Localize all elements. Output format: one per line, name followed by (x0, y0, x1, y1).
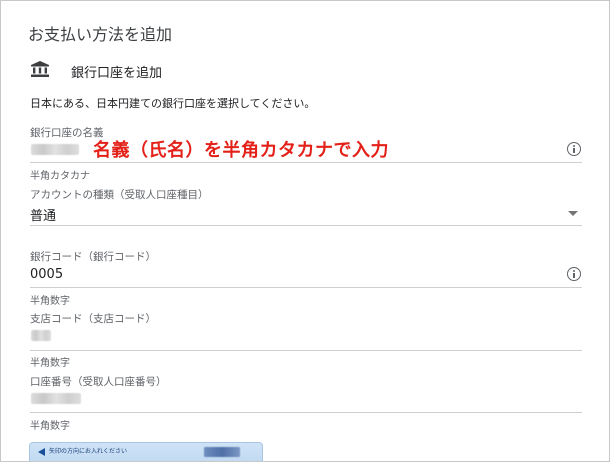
info-icon[interactable] (567, 267, 581, 281)
annotation-text: 名義（氏名）を半角カタカナで入力 (93, 140, 389, 161)
account-type-select[interactable]: 普通 (30, 205, 56, 224)
account-number-label: 口座番号（受取人口座番号） (30, 376, 167, 388)
dialog-title: お支払い方法を追加 (28, 25, 173, 44)
account-number-underline (30, 412, 582, 413)
bank-code-input[interactable]: 0005 (30, 267, 63, 282)
triangle-down-icon[interactable] (568, 211, 578, 216)
account-number-input[interactable] (31, 393, 81, 404)
account-name-input[interactable] (31, 144, 79, 155)
bank-code-helper: 半角数字 (30, 296, 70, 307)
instruction-text: 日本にある、日本円建ての銀行口座を選択してください。 (30, 97, 316, 110)
account-number-helper: 半角数字 (30, 421, 70, 432)
account-type-underline (30, 225, 582, 226)
branch-code-label: 支店コード（支店コード） (30, 313, 156, 325)
bank-code-label: 銀行コード（銀行コード） (30, 251, 156, 263)
card-insert-text: 矢印の方向にお入れください (49, 448, 128, 455)
arrow-left-icon (38, 448, 45, 456)
bank-code-underline (30, 287, 582, 288)
add-bank-account-option[interactable]: 銀行口座を追加 (71, 62, 162, 81)
branch-code-helper: 半角数字 (30, 358, 70, 369)
cash-card-image: 矢印の方向にお入れください (29, 442, 263, 461)
info-icon[interactable] (567, 142, 581, 156)
account-type-label: アカウントの種類（受取人口座種目） (30, 189, 209, 201)
branch-code-underline (30, 350, 582, 351)
account-name-helper: 半角カタカナ (30, 171, 90, 182)
account-name-underline (30, 162, 582, 163)
bank-icon (31, 61, 49, 77)
branch-code-input[interactable] (31, 330, 51, 341)
add-payment-method-dialog: お支払い方法を追加 銀行口座を追加 日本にある、日本円建ての銀行口座を選択してく… (0, 0, 610, 462)
card-redacted-area (204, 447, 240, 457)
